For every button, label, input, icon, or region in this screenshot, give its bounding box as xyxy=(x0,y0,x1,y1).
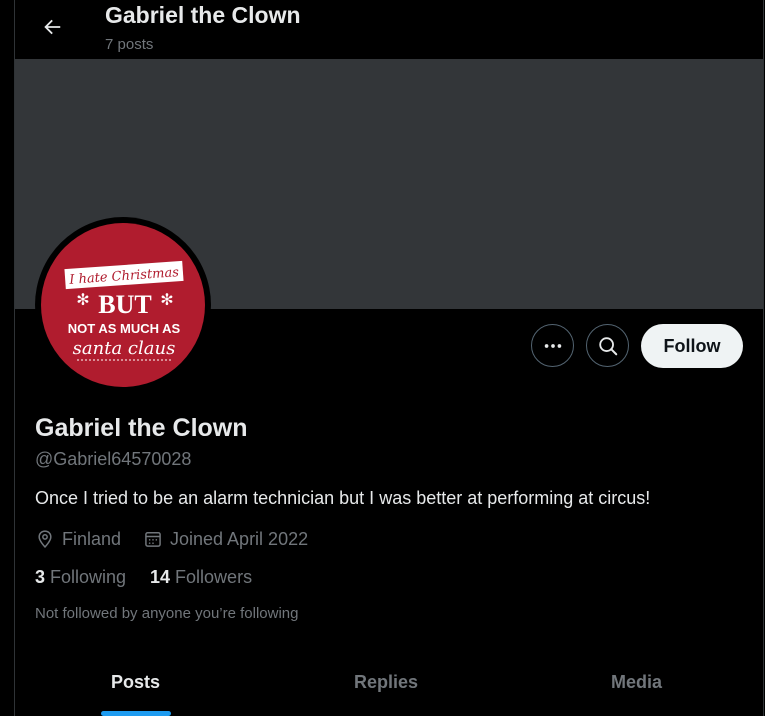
tab-posts[interactable]: Posts xyxy=(111,672,160,693)
tab-media[interactable]: Media xyxy=(611,672,662,693)
followers-count: 14 xyxy=(150,567,171,587)
display-name: Gabriel the Clown xyxy=(35,414,248,442)
calendar-icon xyxy=(145,532,161,547)
snowflake-icon: ✻ xyxy=(76,292,89,309)
follow-button[interactable]: Follow xyxy=(641,324,743,368)
following-link[interactable]: 3 Following xyxy=(35,567,126,588)
avatar-line-3: NOT AS MUCH AS xyxy=(68,321,181,336)
avatar[interactable]: I hate Christmas BUT ✻ ✻ NOT AS MUCH AS … xyxy=(35,217,211,393)
not-followed-note: Not followed by anyone you’re following xyxy=(35,605,299,622)
following-label: Following xyxy=(50,567,127,587)
bio: Once I tried to be an alarm technician b… xyxy=(35,488,651,508)
avatar-image: I hate Christmas BUT ✻ ✻ NOT AS MUCH AS … xyxy=(41,223,205,387)
tab-replies[interactable]: Replies xyxy=(354,672,418,693)
location: Finland xyxy=(35,527,121,551)
search-button[interactable] xyxy=(586,324,629,367)
avatar-line-2: BUT xyxy=(98,290,151,319)
header-post-count: 7 posts xyxy=(105,36,154,53)
snowflake-icon: ✻ xyxy=(160,292,173,309)
followers-link[interactable]: 14 Followers xyxy=(150,567,252,588)
arrow-left-icon xyxy=(44,19,61,35)
more-horizontal-icon xyxy=(544,343,561,348)
avatar-line-4: santa claus xyxy=(73,338,176,359)
more-button[interactable] xyxy=(531,324,574,367)
back-button[interactable] xyxy=(37,12,67,42)
search-icon xyxy=(598,336,617,355)
active-tab-indicator xyxy=(101,711,171,716)
location-text: Finland xyxy=(62,528,122,549)
user-handle: @Gabriel64570028 xyxy=(35,449,192,469)
join-date: Joined April 2022 xyxy=(143,527,308,551)
avatar-graphic: I hate Christmas BUT ✻ ✻ NOT AS MUCH AS … xyxy=(64,260,184,361)
header-title: Gabriel the Clown xyxy=(105,2,301,28)
profile-header-bar: Gabriel the Clown 7 posts xyxy=(15,0,763,59)
followers-label: Followers xyxy=(175,567,253,587)
following-count: 3 xyxy=(35,567,46,587)
right-border xyxy=(763,0,764,716)
location-pin-icon xyxy=(38,530,52,548)
join-date-text: Joined April 2022 xyxy=(170,528,309,549)
